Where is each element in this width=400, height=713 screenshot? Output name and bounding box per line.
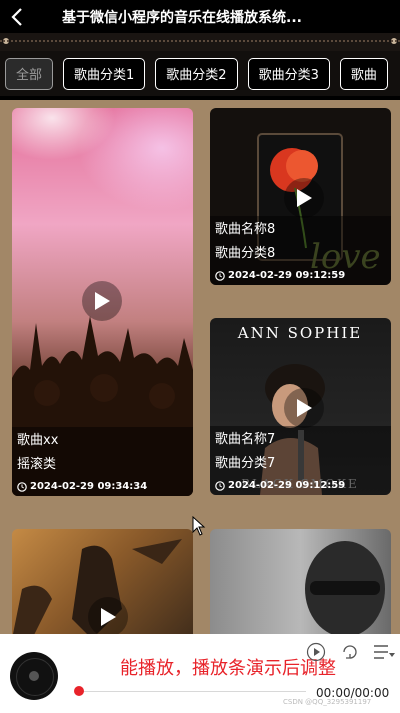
play-button[interactable] bbox=[284, 388, 324, 428]
song-name: 歌曲名称8 bbox=[215, 222, 276, 237]
play-icon bbox=[101, 608, 116, 626]
player-notice: 能播放，播放条演示后调整 bbox=[120, 658, 336, 679]
song-name: 歌曲名称7 bbox=[215, 432, 276, 447]
song-card[interactable] bbox=[12, 529, 193, 649]
chevron-left-icon bbox=[11, 7, 22, 26]
tabs-divider bbox=[0, 96, 400, 100]
mouse-cursor-icon bbox=[192, 516, 206, 536]
band-dot bbox=[391, 38, 397, 44]
song-category: 歌曲分类7 bbox=[215, 456, 276, 471]
watermark: CSDN @QQ_3295391197 bbox=[283, 698, 372, 706]
tab-category-4[interactable]: 歌曲 bbox=[339, 57, 388, 90]
song-time: 2024-02-29 09:12:59 bbox=[228, 270, 346, 281]
portrait-artwork bbox=[305, 541, 385, 637]
play-icon bbox=[297, 399, 312, 417]
play-icon bbox=[95, 292, 110, 310]
song-card[interactable]: ANN SOPHIE BLACK SMOKE 歌曲名称7 歌曲分类7 2024-… bbox=[210, 318, 391, 495]
clock-icon bbox=[215, 480, 225, 491]
play-icon bbox=[297, 189, 312, 207]
song-card[interactable]: love 歌曲名称8 歌曲分类8 2024-02-29 09:12:59 bbox=[210, 108, 391, 285]
song-category: 摇滚类 bbox=[17, 457, 57, 472]
artist-wordmark: ANN SOPHIE bbox=[237, 324, 362, 342]
clock-icon bbox=[17, 481, 27, 492]
song-timestamp: 2024-02-29 09:12:59 bbox=[215, 270, 385, 281]
card-info: 歌曲xx 摇滚类 2024-02-29 09:34:34 bbox=[12, 427, 193, 496]
category-tabs: 全部 歌曲分类1 歌曲分类2 歌曲分类3 歌曲 bbox=[0, 51, 400, 96]
repeat-icon[interactable] bbox=[340, 642, 360, 662]
vinyl-disc-icon[interactable] bbox=[10, 652, 58, 700]
card-info: 歌曲名称7 歌曲分类7 2024-02-29 09:12:59 bbox=[210, 426, 391, 495]
card-info: 歌曲名称8 歌曲分类8 2024-02-29 09:12:59 bbox=[210, 216, 391, 285]
tab-category-3[interactable]: 歌曲分类3 bbox=[247, 57, 330, 90]
tab-category-1[interactable]: 歌曲分类1 bbox=[63, 57, 146, 90]
page-title: 基于微信小程序的音乐在线播放系统... bbox=[62, 9, 302, 26]
cover-image bbox=[210, 529, 391, 649]
progress-track[interactable] bbox=[78, 691, 306, 692]
song-timestamp: 2024-02-29 09:34:34 bbox=[17, 481, 187, 492]
band-dot bbox=[3, 38, 9, 44]
progress-knob[interactable] bbox=[74, 686, 84, 696]
tab-category-2[interactable]: 歌曲分类2 bbox=[155, 57, 238, 90]
song-name: 歌曲xx bbox=[17, 433, 59, 448]
song-time: 2024-02-29 09:12:59 bbox=[228, 480, 346, 491]
tab-all[interactable]: 全部 bbox=[5, 57, 54, 90]
song-card[interactable] bbox=[210, 529, 391, 649]
song-timestamp: 2024-02-29 09:12:59 bbox=[215, 480, 385, 491]
song-card[interactable]: 歌曲xx 摇滚类 2024-02-29 09:34:34 bbox=[12, 108, 193, 496]
play-button[interactable] bbox=[284, 178, 324, 218]
play-circle-icon[interactable] bbox=[306, 642, 326, 662]
song-time: 2024-02-29 09:34:34 bbox=[30, 481, 148, 492]
play-button[interactable] bbox=[82, 281, 122, 321]
back-button[interactable] bbox=[0, 0, 34, 33]
decorative-band bbox=[0, 33, 400, 51]
play-button[interactable] bbox=[88, 597, 128, 637]
song-category: 歌曲分类8 bbox=[215, 246, 276, 261]
clock-icon bbox=[215, 270, 225, 281]
top-bar: 基于微信小程序的音乐在线播放系统... bbox=[0, 0, 400, 33]
playlist-icon[interactable] bbox=[372, 642, 396, 662]
